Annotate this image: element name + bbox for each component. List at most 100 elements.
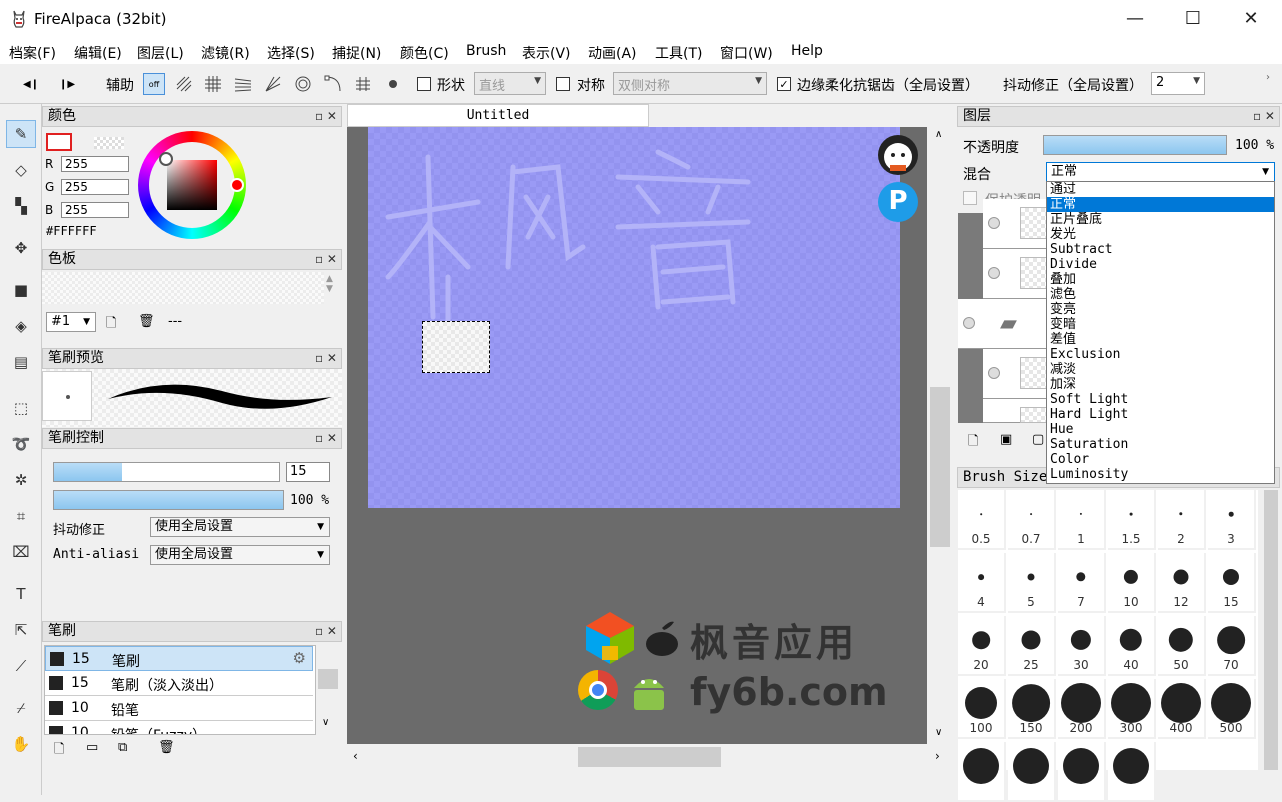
blend-option[interactable]: 通过 (1047, 182, 1274, 197)
gradient-tool-icon[interactable]: ▤ (6, 348, 36, 376)
brush-size-cell[interactable]: 20 (958, 616, 1006, 676)
brush-size-cell[interactable]: 0.5 (958, 490, 1006, 550)
brush-size-cell[interactable]: 4 (958, 553, 1006, 613)
brush-size-cell[interactable] (958, 742, 1006, 802)
blend-option[interactable]: 差值 (1047, 332, 1274, 347)
menu-layer[interactable]: 图层(L) (137, 43, 184, 63)
select-eraser-tool-icon[interactable]: ⌧ (6, 538, 36, 566)
brush-size-cell[interactable]: 30 (1058, 616, 1106, 676)
brush-folder-icon[interactable]: ▭ (86, 740, 98, 755)
prev-frame-icon[interactable]: ◀❙ (20, 73, 42, 95)
pen-tool-icon[interactable]: ✎ (6, 120, 36, 148)
brush-size-cell[interactable]: 70 (1208, 616, 1256, 676)
panel-float-close-icons[interactable]: ▫ ✕ (1253, 107, 1275, 126)
new-layer-icon[interactable]: 🗋 (968, 432, 978, 454)
menu-edit[interactable]: 编辑(E) (74, 43, 122, 63)
blend-option[interactable]: Subtract (1047, 242, 1274, 257)
layer-visibility-icon[interactable] (988, 267, 1000, 279)
blend-option[interactable]: 叠加 (1047, 272, 1274, 287)
brush-size-cell[interactable]: 40 (1108, 616, 1156, 676)
palette-swatches[interactable] (42, 272, 324, 304)
brush-size-cell[interactable]: 1.5 (1108, 490, 1156, 550)
blend-option[interactable]: Divide (1047, 257, 1274, 272)
brush-size-cell[interactable]: 500 (1208, 679, 1256, 739)
brush-stabilizer-select[interactable]: 使用全局设置 ▼ (150, 517, 330, 537)
fill-rect-tool-icon[interactable]: ■ (6, 276, 36, 304)
dot-settings-icon[interactable] (382, 73, 404, 95)
shape-select[interactable]: 直线 ▼ (474, 72, 546, 95)
menu-tools[interactable]: 工具(T) (655, 43, 702, 63)
brush-size-cell[interactable]: 10 (1108, 553, 1156, 613)
parallel-snap-icon[interactable] (173, 73, 195, 95)
layer-visibility-icon[interactable] (963, 317, 975, 329)
menu-select[interactable]: 选择(S) (267, 43, 315, 63)
brush-size-cell[interactable]: 300 (1108, 679, 1156, 739)
text-tool-icon[interactable]: T (6, 580, 36, 608)
blend-option[interactable]: Color (1047, 452, 1274, 467)
menu-filter[interactable]: 滤镜(R) (201, 43, 250, 63)
brush-list-item[interactable]: 10 铅笔（Fuzzy） (45, 721, 313, 734)
divide-tool-icon[interactable]: ⟋ (6, 652, 36, 680)
menu-animation[interactable]: 动画(A) (588, 43, 637, 63)
select-rect-tool-icon[interactable]: ⬚ (6, 394, 36, 422)
brush-antialias-select[interactable]: 使用全局设置 ▼ (150, 545, 330, 565)
move-tool-icon[interactable]: ✥ (6, 234, 36, 262)
menu-snap[interactable]: 捕捉(N) (332, 43, 381, 63)
brush-list-scrollbar[interactable]: ∨ (318, 645, 338, 735)
brush-list-item[interactable]: 15 笔刷 ⚙ (45, 646, 313, 671)
layer-folder-row[interactable]: ▰ (958, 299, 1058, 349)
dot-tool-icon[interactable]: ▚ (6, 192, 36, 220)
antialias-checkbox[interactable]: ✓ (777, 77, 791, 91)
blend-option[interactable]: 发光 (1047, 227, 1274, 242)
blend-option[interactable]: Hard Light (1047, 407, 1274, 422)
palette-scroll-icon[interactable]: ▲ ▼ (326, 274, 333, 294)
operation-tool-icon[interactable]: ⇱ (6, 616, 36, 644)
minimize-button[interactable]: — (1106, 0, 1164, 40)
blend-option[interactable]: 滤色 (1047, 287, 1274, 302)
blend-option[interactable]: 变亮 (1047, 302, 1274, 317)
blue-input[interactable]: 255 (61, 202, 129, 218)
brush-size-cell[interactable]: 15 (1208, 553, 1256, 613)
menu-window[interactable]: 窗口(W) (720, 43, 773, 63)
layer-opacity-slider[interactable] (1043, 135, 1227, 155)
blend-option[interactable]: 减淡 (1047, 362, 1274, 377)
drawing-canvas[interactable] (368, 127, 918, 508)
green-input[interactable]: 255 (61, 179, 129, 195)
alpaca-mascot-icon[interactable] (878, 135, 918, 175)
brush-size-cell[interactable]: 150 (1008, 679, 1056, 739)
menu-brush[interactable]: Brush (466, 43, 506, 59)
panel-float-close-icons[interactable]: ▫ ✕ (315, 107, 337, 126)
canvas-horizontal-scrollbar[interactable]: ‹ › (347, 744, 940, 770)
circle-snap-icon[interactable] (292, 73, 314, 95)
delete-palette-icon[interactable]: 🗑 (138, 314, 155, 329)
brush-size-cell[interactable]: 0.7 (1008, 490, 1056, 550)
duplicate-brush-icon[interactable]: ⧉ (118, 740, 127, 755)
layer-visibility-icon[interactable] (988, 217, 1000, 229)
brush-size-input[interactable]: 15 (286, 462, 330, 482)
stabilizer-select[interactable]: 2 ▼ (1151, 72, 1205, 95)
brush-size-cell[interactable]: 3 (1208, 490, 1256, 550)
layer-visibility-icon[interactable] (988, 367, 1000, 379)
next-frame-icon[interactable]: ❙▶ (56, 73, 78, 95)
new-brush-icon[interactable]: 🗋 (54, 740, 64, 762)
saturation-value-square[interactable] (167, 160, 217, 210)
menu-view[interactable]: 表示(V) (522, 43, 571, 63)
bucket-tool-icon[interactable]: ◈ (6, 312, 36, 340)
secondary-color-swatch[interactable] (94, 137, 124, 149)
symmetry-checkbox[interactable] (556, 77, 570, 91)
panel-float-close-icons[interactable]: ▫ ✕ (315, 622, 337, 641)
new-palette-icon[interactable]: 🗋 (106, 314, 116, 336)
brush-size-cell[interactable] (1008, 742, 1056, 802)
symmetry-select[interactable]: 双侧对称 ▼ (613, 72, 767, 95)
blend-option[interactable]: Soft Light (1047, 392, 1274, 407)
brush-size-cell[interactable]: 50 (1158, 616, 1206, 676)
delete-brush-icon[interactable]: 🗑 (158, 740, 175, 755)
brush-size-cell[interactable] (1108, 742, 1156, 802)
snap-off-icon[interactable]: off (143, 73, 165, 95)
eyedropper-tool-icon[interactable]: ⌿ (6, 694, 36, 722)
brush-size-scrollbar[interactable] (1262, 490, 1280, 770)
new-8bit-layer-icon[interactable]: ▣ (1000, 432, 1012, 447)
brush-opacity-slider[interactable] (53, 490, 284, 510)
blend-option[interactable]: 变暗 (1047, 317, 1274, 332)
perspective-snap-icon[interactable] (232, 73, 254, 95)
